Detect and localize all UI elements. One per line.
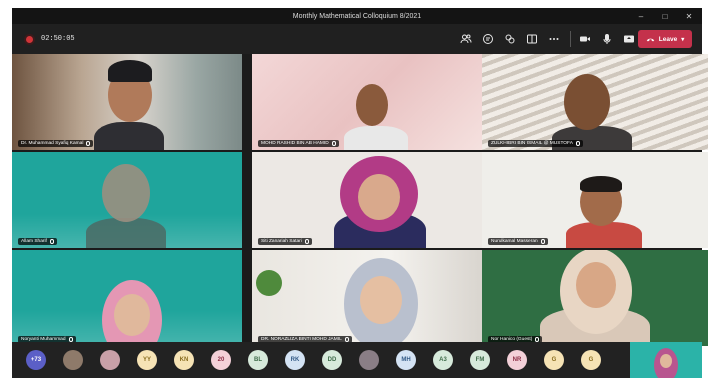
more-actions-button[interactable]: [546, 31, 562, 47]
participant-figure: [86, 218, 166, 248]
video-tile[interactable]: MOHD RASHID BIN AB HAMID: [252, 54, 482, 150]
participant-name-tag: Nurulkamal Masseran: [488, 238, 548, 245]
toolbar-actions: [458, 24, 643, 54]
people-button[interactable]: [458, 31, 474, 47]
camera-icon: [580, 36, 590, 42]
mic-icon: [49, 239, 54, 244]
self-view-video[interactable]: [630, 342, 702, 378]
participant-name-tag: MOHD RASHID BIN AB HAMID: [258, 140, 339, 147]
participant-name: Nurulkamal Masseran: [491, 239, 538, 244]
microphone-button[interactable]: [599, 31, 615, 47]
leave-button[interactable]: Leave ▾: [638, 30, 692, 48]
participant-avatar-photo[interactable]: [359, 350, 379, 370]
participant-name: Allam Sharif: [21, 239, 47, 244]
camera-button[interactable]: [577, 31, 593, 47]
participant-face: [102, 164, 150, 222]
participant-avatar-initials[interactable]: 20: [211, 350, 231, 370]
microphone-icon: [603, 34, 611, 44]
window-titlebar: Monthly Mathematical Colloquium 8/2021 –…: [12, 8, 702, 24]
participant-name: Dr. Muhammad Syafiq Kamal: [21, 141, 84, 146]
participant-avatar-initials[interactable]: BL: [248, 350, 268, 370]
more-icon: [549, 38, 559, 40]
participant-avatar-initials[interactable]: MH: [396, 350, 416, 370]
phone-hangup-icon: [646, 38, 655, 41]
video-tile[interactable]: Allam Sharif: [12, 152, 242, 248]
raise-hand-icon: [505, 34, 515, 44]
mic-icon: [304, 239, 309, 244]
participant-cap: [108, 60, 152, 82]
participant-name: ZULKHIBRI BIN ISMAIL @ MUSTOFA: [491, 141, 573, 146]
participant-name: MOHD RASHID BIN AB HAMID: [261, 141, 329, 146]
mic-icon: [540, 239, 545, 244]
breakout-rooms-button[interactable]: [524, 31, 540, 47]
video-tile[interactable]: Nor Hanico (Guest): [482, 250, 708, 346]
video-grid: Dr. Muhammad Syafiq Kamal MOHD RASHID BI…: [12, 54, 708, 378]
participant-avatar-initials[interactable]: NR: [507, 350, 527, 370]
minimize-button[interactable]: –: [636, 12, 646, 21]
participant-figure: [344, 126, 408, 150]
toolbar-divider: [570, 31, 571, 47]
video-tile[interactable]: Dr. Muhammad Syafiq Kamal: [12, 54, 242, 150]
close-window-button[interactable]: ✕: [684, 12, 694, 21]
participant-avatar-initials[interactable]: YY: [137, 350, 157, 370]
participant-face: [360, 276, 402, 324]
participant-avatar-photo[interactable]: [100, 350, 120, 370]
participant-hair: [580, 176, 622, 192]
share-tray-icon: [624, 35, 634, 43]
video-tile[interactable]: Nurulkamal Masseran: [482, 152, 708, 248]
maximize-button[interactable]: □: [660, 12, 670, 21]
participant-avatar-initials[interactable]: KN: [174, 350, 194, 370]
participant-roster: +73 YY KN 20 BL RK DD MH A3 FM NR G G: [12, 342, 702, 378]
participant-face: [576, 262, 616, 308]
self-view-face: [660, 354, 672, 368]
mic-icon: [86, 141, 91, 146]
chat-button[interactable]: [480, 31, 496, 47]
chat-icon: [483, 34, 493, 44]
chevron-down-icon: ▾: [681, 36, 685, 43]
video-tile[interactable]: ZULKHIBRI BIN ISMAIL @ MUSTOFA: [482, 54, 708, 150]
participant-figure: [566, 222, 642, 248]
participant-avatar-initials[interactable]: RK: [285, 350, 305, 370]
meeting-title: Monthly Mathematical Colloquium 8/2021: [292, 12, 422, 20]
participant-figure: [94, 122, 164, 150]
participant-face: [358, 174, 400, 220]
participant-avatar-initials[interactable]: G: [581, 350, 601, 370]
participant-name-tag: Allam Sharif: [18, 238, 57, 245]
reactions-button[interactable]: [502, 31, 518, 47]
recording-indicator-icon: [26, 35, 33, 43]
leave-label: Leave: [658, 35, 678, 43]
meeting-timer: 02:50:05: [41, 35, 75, 43]
participant-face: [564, 74, 610, 130]
window-controls: – □ ✕: [636, 8, 694, 24]
participant-name: Siti Zanariah Satari: [261, 239, 302, 244]
participant-name-tag: Siti Zanariah Satari: [258, 238, 312, 245]
participant-face: [114, 294, 150, 336]
video-tile[interactable]: DR. NORAZLIZA BINTI MOHD JAMIL: [252, 250, 482, 346]
more-participants-badge[interactable]: +73: [26, 350, 46, 370]
participant-avatar-initials[interactable]: DD: [322, 350, 342, 370]
meeting-toolbar: 02:50:05 Leave ▾: [12, 24, 702, 54]
participant-avatar-photo[interactable]: [63, 350, 83, 370]
mic-icon: [575, 141, 580, 146]
participant-avatar-initials[interactable]: A3: [433, 350, 453, 370]
participant-avatar-initials[interactable]: FM: [470, 350, 490, 370]
share-content-button[interactable]: [621, 31, 637, 47]
participant-name-tag: Dr. Muhammad Syafiq Kamal: [18, 140, 94, 147]
video-tile[interactable]: Siti Zanariah Satari: [252, 152, 482, 248]
participant-avatar-initials[interactable]: G: [544, 350, 564, 370]
participant-name-tag: ZULKHIBRI BIN ISMAIL @ MUSTOFA: [488, 140, 583, 147]
plant-icon: [256, 270, 282, 296]
people-icon: [460, 34, 472, 44]
mic-icon: [331, 141, 336, 146]
participant-face: [356, 84, 388, 126]
video-tile[interactable]: Noryanti Muhammad: [12, 250, 242, 346]
rooms-icon: [527, 34, 537, 44]
